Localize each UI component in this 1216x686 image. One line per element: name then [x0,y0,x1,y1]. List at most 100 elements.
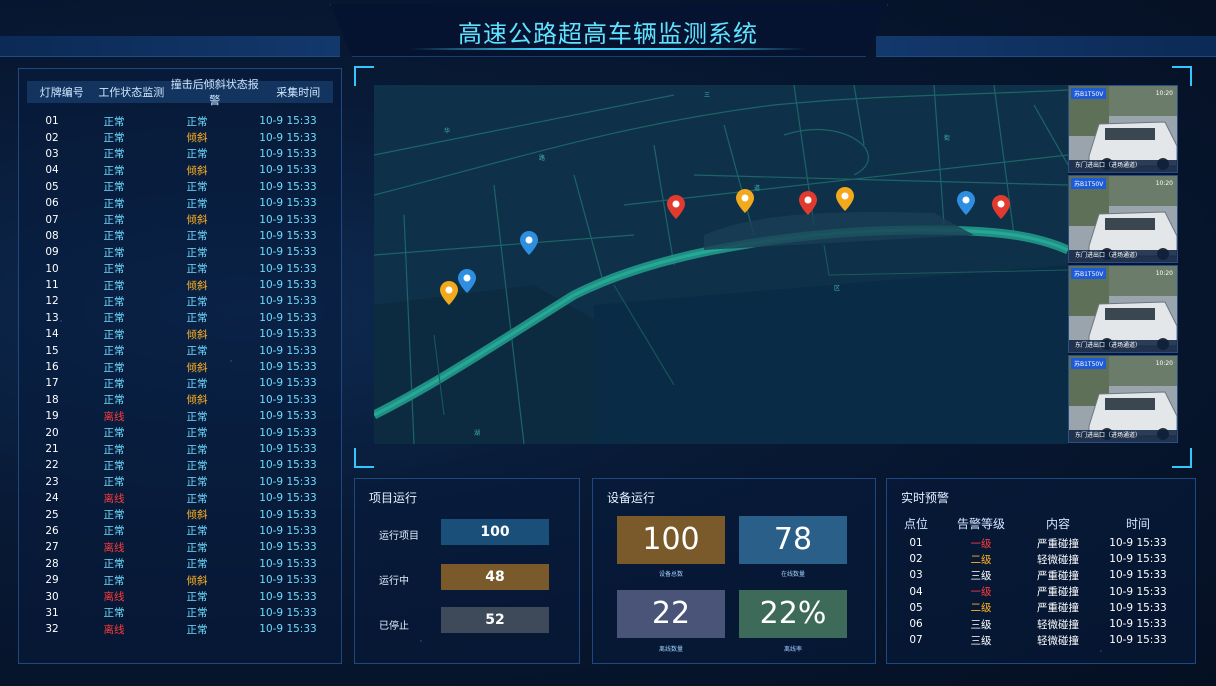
camera-plate-tag: 苏B1T50V [1071,178,1107,189]
map-marker-pin-icon[interactable] [736,189,754,213]
streetlight-status-panel: 灯牌编号 工作状态监测 撞击后倾斜状态报警 采集时间 01 正常 正常 10-9 15… [18,68,342,664]
table-row[interactable]: 14 正常 倾斜 10-9 15:33 [27,326,333,342]
row-id: 21 [45,443,59,455]
header: 高速公路超高车辆监测系统 [0,0,1216,60]
table-row[interactable]: 30 离线 正常 10-9 15:33 [27,588,333,604]
map-marker-pin-icon[interactable] [520,231,538,255]
table-row[interactable]: 24 离线 正常 10-9 15:33 [27,490,333,506]
alert-row[interactable]: 05 二级 严重碰撞 10-9 15:33 [899,600,1189,616]
header-tilt: 撞击后倾斜状态报警 [170,78,259,107]
map-marker-pin-icon[interactable] [992,195,1010,219]
map-marker-pin-icon[interactable] [799,191,817,215]
row-id: 20 [45,426,59,439]
table-row[interactable]: 27 离线 正常 10-9 15:33 [27,539,333,555]
table-row[interactable]: 20 正常 正常 10-9 15:33 [27,424,333,440]
table-row[interactable]: 10 正常 正常 10-9 15:33 [27,261,333,277]
row-id: 13 [45,311,59,324]
table-row[interactable]: 09 正常 正常 10-9 15:33 [27,244,333,260]
device-offline-value: 22 [617,590,725,638]
table-row[interactable]: 01 正常 正常 10-9 15:33 [27,113,333,129]
alert-level: 一级 [970,537,992,550]
table-row[interactable]: 28 正常 正常 10-9 15:33 [27,556,333,572]
table-row[interactable]: 21 正常 正常 10-9 15:33 [27,441,333,457]
alert-header-time: 时间 [1125,517,1150,531]
row-time: 10-9 15:33 [259,164,317,177]
table-row[interactable]: 16 正常 倾斜 10-9 15:33 [27,359,333,375]
row-id: 05 [45,180,59,193]
alert-row[interactable]: 07 三级 轻微碰撞 10-9 15:33 [899,632,1189,648]
map-marker-pin-icon[interactable] [667,195,685,219]
alert-panel-title: 实时预警 [901,491,950,505]
table-row[interactable]: 32 离线 正常 10-9 15:33 [27,621,333,637]
alert-content: 轻微碰撞 [1037,553,1079,566]
map-panel: 三 华 路 街 道 区 湖 苏B1T50V 10:20 东门进出口（进场通道） … [350,66,1196,468]
device-offline-rate-label: 离线率 [783,646,802,653]
project-panel-title: 项目运行 [369,491,418,505]
table-row[interactable]: 26 正常 正常 10-9 15:33 [27,523,333,539]
row-work-status: 正常 [103,230,125,243]
table-row[interactable]: 15 正常 正常 10-9 15:33 [27,342,333,358]
table-row[interactable]: 22 正常 正常 10-9 15:33 [27,457,333,473]
map-marker-pin-icon[interactable] [957,191,975,215]
table-row[interactable]: 08 正常 正常 10-9 15:33 [27,228,333,244]
row-tilt-status: 正常 [186,476,208,489]
map-canvas: 三 华 路 街 道 区 湖 [374,85,1068,444]
table-row[interactable]: 11 正常 倾斜 10-9 15:33 [27,277,333,293]
row-time: 10-9 15:33 [259,279,317,292]
table-row[interactable]: 06 正常 正常 10-9 15:33 [27,195,333,211]
svg-text:区: 区 [834,285,840,292]
table-row[interactable]: 07 正常 倾斜 10-9 15:33 [27,211,333,227]
row-id: 10 [45,262,59,275]
table-row[interactable]: 05 正常 正常 10-9 15:33 [27,179,333,195]
table-row[interactable]: 03 正常 正常 10-9 15:33 [27,146,333,162]
row-tilt-status: 正常 [186,263,208,276]
alert-row[interactable]: 04 一级 严重碰撞 10-9 15:33 [899,584,1189,600]
svg-text:湖: 湖 [474,429,480,437]
table-row[interactable]: 31 正常 正常 10-9 15:33 [27,605,333,621]
row-work-status: 正常 [103,197,125,210]
table-row[interactable]: 17 正常 正常 10-9 15:33 [27,375,333,391]
alert-row[interactable]: 01 一级 严重碰撞 10-9 15:33 [899,535,1189,551]
alert-row[interactable]: 06 三级 轻微碰撞 10-9 15:33 [899,616,1189,632]
camera-feed[interactable]: 苏B1T50V 10:20 东门进出口（进场通道） [1068,355,1178,443]
page-title: 高速公路超高车辆监测系统 [458,20,758,48]
table-row[interactable]: 12 正常 正常 10-9 15:33 [27,293,333,309]
alert-content: 严重碰撞 [1037,586,1079,599]
row-work-status: 正常 [103,361,125,374]
row-time: 10-9 15:33 [259,262,317,275]
camera-time: 10:20 [1155,360,1173,367]
table-row[interactable]: 18 正常 倾斜 10-9 15:33 [27,392,333,408]
row-time: 10-9 15:33 [259,131,317,144]
row-tilt-status: 倾斜 [186,509,208,522]
camera-caption: 东门进出口（进场通道） [1069,160,1177,172]
row-work-status: 正常 [103,476,125,489]
table-row[interactable]: 29 正常 倾斜 10-9 15:33 [27,572,333,588]
project-stopped-label: 已停止 [379,621,409,632]
camera-feed[interactable]: 苏B1T50V 10:20 东门进出口（进场通道） [1068,175,1178,263]
map-marker-pin-icon[interactable] [440,281,458,305]
table-row[interactable]: 23 正常 正常 10-9 15:33 [27,474,333,490]
row-id: 11 [45,279,59,292]
row-tilt-status: 正常 [186,607,208,620]
row-tilt-status: 倾斜 [186,214,208,227]
table-row[interactable]: 13 正常 正常 10-9 15:33 [27,310,333,326]
table-row[interactable]: 25 正常 倾斜 10-9 15:33 [27,506,333,522]
row-id: 25 [45,508,59,521]
road-map[interactable]: 三 华 路 街 道 区 湖 [374,85,1068,444]
map-marker-pin-icon[interactable] [836,187,854,211]
row-tilt-status: 倾斜 [186,394,208,407]
svg-text:华: 华 [444,127,450,135]
table-row[interactable]: 19 离线 正常 10-9 15:33 [27,408,333,424]
alert-level: 三级 [970,634,992,647]
alert-row[interactable]: 02 二级 轻微碰撞 10-9 15:33 [899,551,1189,567]
alert-point: 06 [909,618,923,631]
table-row[interactable]: 04 正常 倾斜 10-9 15:33 [27,162,333,178]
alert-content: 严重碰撞 [1037,569,1079,582]
svg-text:三: 三 [704,92,710,99]
camera-feed[interactable]: 苏B1T50V 10:20 东门进出口（进场通道） [1068,85,1178,173]
header-time: 采集时间 [276,86,321,99]
alert-row[interactable]: 03 三级 严重碰撞 10-9 15:33 [899,567,1189,583]
camera-feed[interactable]: 苏B1T50V 10:20 东门进出口（进场通道） [1068,265,1178,353]
map-marker-pin-icon[interactable] [458,269,476,293]
table-row[interactable]: 02 正常 倾斜 10-9 15:33 [27,129,333,145]
